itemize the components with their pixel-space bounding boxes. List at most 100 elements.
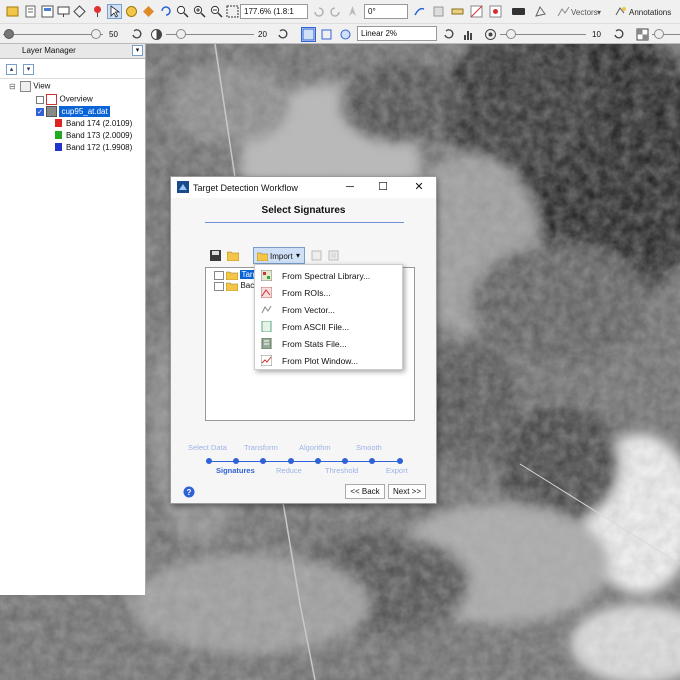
layer-manager-panel: Layer Manager ▾ ▴ ▾ ⊟ View Overview ✓ cu… xyxy=(0,44,146,595)
pixel-icon[interactable] xyxy=(432,5,445,18)
sharpen-icon[interactable] xyxy=(484,28,497,41)
vectors-dropdown-icon[interactable]: ▾ xyxy=(597,8,601,17)
red-band-label[interactable]: Band 174 (2.0109) xyxy=(66,119,132,128)
vectors-icon[interactable] xyxy=(557,5,570,18)
step-export[interactable]: Export xyxy=(386,466,408,475)
rotate-left-icon[interactable] xyxy=(312,5,325,18)
back-button[interactable]: << Back xyxy=(345,484,385,499)
zoom-out-icon[interactable] xyxy=(210,5,223,18)
menu-item-stats-file[interactable]: From Stats File... xyxy=(255,336,402,352)
step-select-data[interactable]: Select Data xyxy=(188,443,227,452)
step-dot-4 xyxy=(288,458,294,464)
step-reduce[interactable]: Reduce xyxy=(276,466,302,475)
stretch-full-icon[interactable] xyxy=(301,27,316,42)
data-manager-icon[interactable] xyxy=(24,5,37,18)
step-dot-2 xyxy=(233,458,239,464)
pan-icon[interactable] xyxy=(125,5,138,18)
brightness-value: 50 xyxy=(109,30,118,39)
chip-icon[interactable] xyxy=(73,5,86,18)
menu-item-rois[interactable]: From ROIs... xyxy=(255,285,402,301)
cursor-location-icon[interactable] xyxy=(91,5,104,18)
step-algorithm[interactable]: Algorithm xyxy=(299,443,331,452)
keyboard-icon[interactable] xyxy=(512,5,525,18)
open-folder-icon[interactable] xyxy=(227,250,239,261)
reset-contrast-icon[interactable] xyxy=(276,28,289,41)
tree-expander-icon[interactable]: ⊟ xyxy=(9,82,16,91)
layer-manager-icon[interactable] xyxy=(41,5,54,18)
collapse-all-icon[interactable]: ▴ xyxy=(6,64,17,75)
menu-item-spectral-library[interactable]: From Spectral Library... xyxy=(255,268,402,284)
fly-icon[interactable] xyxy=(142,5,155,18)
transparency-icon[interactable] xyxy=(636,28,649,41)
pin-icon[interactable]: ▾ xyxy=(132,45,143,56)
step-smooth[interactable]: Smooth xyxy=(356,443,382,452)
stretch-zoom-icon[interactable] xyxy=(339,28,352,41)
view-node[interactable]: View xyxy=(20,81,50,92)
reset-sharpen-icon[interactable] xyxy=(612,28,625,41)
help-icon[interactable]: ? xyxy=(183,486,195,498)
background-folder-icon xyxy=(225,282,239,292)
stretch-type-select[interactable]: Linear 2% xyxy=(357,26,437,41)
roi-tool-icon[interactable] xyxy=(470,5,483,18)
target-signatures-node[interactable]: Targ xyxy=(214,270,259,281)
brightness-slider[interactable] xyxy=(3,28,103,41)
next-button[interactable]: Next >> xyxy=(388,484,426,499)
stretch-view-icon[interactable] xyxy=(320,28,333,41)
save-icon[interactable] xyxy=(210,250,221,261)
step-threshold[interactable]: Threshold xyxy=(325,466,358,475)
overview-label: Overview xyxy=(59,94,93,104)
plot-window-icon xyxy=(261,355,272,366)
rotate-right-icon[interactable] xyxy=(329,5,342,18)
zoom-icon[interactable] xyxy=(176,5,189,18)
menu-label: From Stats File... xyxy=(282,339,347,349)
menu-item-plot-window[interactable]: From Plot Window... xyxy=(255,353,402,369)
maximize-icon[interactable]: ☐ xyxy=(375,180,391,194)
transparency-slider[interactable] xyxy=(652,28,680,41)
raster-layer-checkbox[interactable]: ✓ xyxy=(36,107,44,116)
blue-band-swatch xyxy=(55,143,62,151)
svg-text:?: ? xyxy=(187,488,192,497)
rotation-select[interactable]: 0° xyxy=(364,4,408,19)
target-expander-icon[interactable] xyxy=(214,270,224,280)
zoom-level-select[interactable]: 177.6% (1.8:1 xyxy=(240,4,308,19)
contrast-slider[interactable] xyxy=(166,28,254,41)
step-dot-1 xyxy=(206,458,212,464)
zoom-in-icon[interactable] xyxy=(193,5,206,18)
copy-icon[interactable] xyxy=(311,250,322,261)
menu-item-ascii-file[interactable]: From ASCII File... xyxy=(255,319,402,335)
expand-all-icon[interactable]: ▾ xyxy=(23,64,34,75)
histogram-icon[interactable] xyxy=(462,28,475,41)
overview-checkbox[interactable] xyxy=(36,95,44,104)
annotations-icon[interactable] xyxy=(614,5,627,18)
background-signatures-node[interactable]: Bac xyxy=(214,281,255,292)
raster-layer-node[interactable]: ✓ cup95_at.dat xyxy=(36,105,110,117)
import-button[interactable]: Import ▾ xyxy=(253,247,305,264)
sharpen-slider[interactable] xyxy=(500,28,586,41)
step-transform[interactable]: Transform xyxy=(244,443,278,452)
menu-item-vector[interactable]: From Vector... xyxy=(255,302,402,318)
minimize-icon[interactable]: ─ xyxy=(342,180,358,194)
north-up-icon[interactable] xyxy=(346,5,359,18)
rotate-icon[interactable] xyxy=(159,5,172,18)
background-expander-icon[interactable] xyxy=(214,281,224,291)
delete-icon[interactable] xyxy=(328,250,339,261)
gps-icon[interactable] xyxy=(489,5,502,18)
background-signatures-label: Bac xyxy=(240,281,255,291)
reset-brightness-icon[interactable] xyxy=(130,28,143,41)
crosshair-icon[interactable] xyxy=(413,5,426,18)
select-arrow-icon[interactable] xyxy=(107,4,122,19)
zoom-extent-icon[interactable] xyxy=(226,5,239,18)
display-icon[interactable] xyxy=(57,5,70,18)
measure-icon[interactable] xyxy=(451,5,464,18)
step-signatures[interactable]: Signatures xyxy=(216,466,255,475)
annotations-label[interactable]: Annotations xyxy=(629,8,671,17)
vector-edit-icon[interactable] xyxy=(534,5,547,18)
refresh-icon[interactable] xyxy=(442,28,455,41)
blue-band-label[interactable]: Band 172 (1.9908) xyxy=(66,143,132,152)
vectors-label[interactable]: Vectors xyxy=(571,8,598,17)
close-icon[interactable]: ✕ xyxy=(411,180,427,194)
overview-node[interactable]: Overview xyxy=(36,94,93,105)
contrast-icon[interactable] xyxy=(150,28,163,41)
open-file-icon[interactable] xyxy=(6,5,19,18)
green-band-label[interactable]: Band 173 (2.0009) xyxy=(66,131,132,140)
